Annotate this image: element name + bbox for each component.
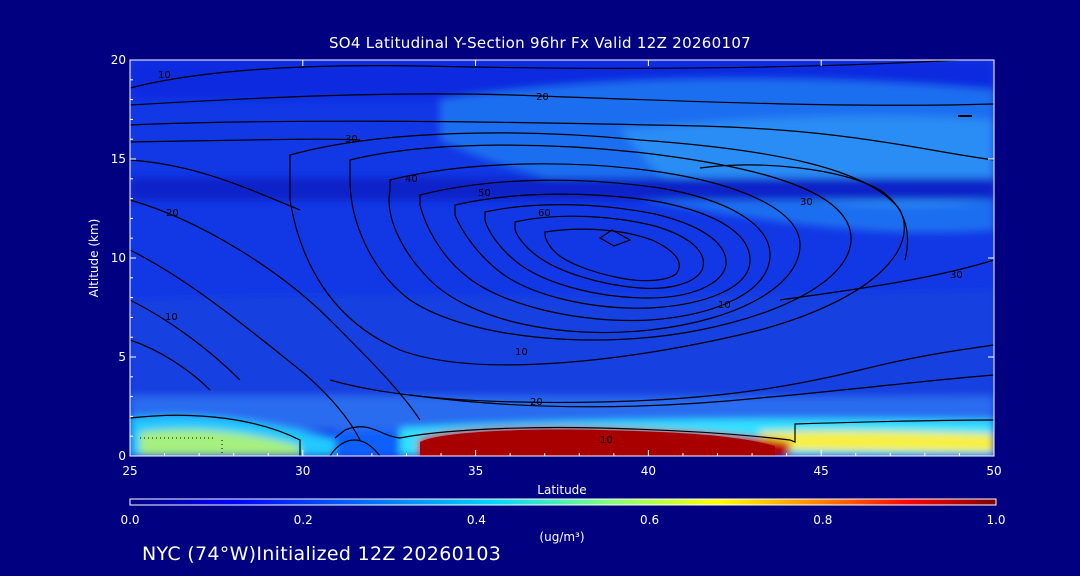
- contour-label-30-far-right: 30: [950, 270, 963, 281]
- contour-label-20-lower: 20: [530, 397, 543, 408]
- colorbar-tick-label: 0.8: [813, 513, 832, 527]
- x-tick-label: 35: [468, 464, 483, 478]
- contour-label-40: 40: [405, 174, 418, 185]
- contour-label-20-left: 20: [166, 208, 179, 219]
- y-tick-label: 10: [111, 251, 126, 265]
- footer-text: NYC (74°W)Initialized 12Z 20260103: [142, 543, 502, 565]
- contour-label-30-right: 30: [800, 197, 813, 208]
- colorbar-unit-label: (ug/m³): [539, 530, 584, 544]
- colorbar-tick-label: 0.2: [294, 513, 313, 527]
- contour-label-50: 50: [478, 188, 491, 199]
- contour-label-30-left: 30: [345, 134, 358, 145]
- x-tick-label: 45: [814, 464, 829, 478]
- colorbar-tick-label: 0.6: [640, 513, 659, 527]
- x-tick-label: 40: [641, 464, 656, 478]
- colorbar-tick-label: 0.0: [120, 513, 139, 527]
- contour-label-10-left: 10: [165, 312, 178, 323]
- x-tick-label: 25: [122, 464, 137, 478]
- mid-band: [130, 290, 994, 400]
- colorbar: [129, 498, 997, 506]
- y-tick-label: 0: [118, 449, 126, 463]
- chart-title: SO4 Latitudinal Y-Section 96hr Fx Valid …: [328, 34, 752, 52]
- contour-label-60: 60: [538, 208, 551, 219]
- y-axis-label: Altitude (km): [87, 219, 101, 298]
- colorbar-ticks: 0.0 0.2 0.4 0.6 0.8 1.0: [120, 513, 1005, 527]
- y-tick-label: 20: [111, 53, 126, 67]
- x-tick-label: 50: [986, 464, 1001, 478]
- contour-label-20-top: 20: [536, 92, 549, 103]
- contour-label-10-right: 10: [718, 300, 731, 311]
- x-axis-label: Latitude: [537, 483, 586, 497]
- colorbar-tick-label: 0.4: [467, 513, 486, 527]
- contour-label-10-surface: 10: [600, 435, 613, 446]
- x-tick-label: 30: [295, 464, 310, 478]
- colorbar-tick-label: 1.0: [986, 513, 1005, 527]
- y-tick-label: 15: [111, 152, 126, 166]
- chart-svg: 10 20 30 40 50 60 20 30 30 10 10 10 20 1…: [87, 53, 1006, 544]
- y-tick-label: 5: [118, 350, 126, 364]
- contour-label-10-mid: 10: [515, 347, 528, 358]
- dark-stripe: [130, 178, 994, 200]
- contour-label-10-top: 10: [158, 70, 171, 81]
